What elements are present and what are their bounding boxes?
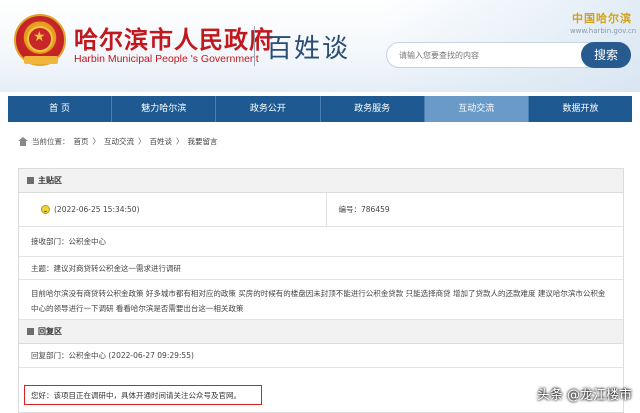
breadcrumb-separator: 〉 — [176, 136, 184, 146]
message-panel: 主贴区 (2022-06-25 15:34:50) 编号：786459 接收部门… — [18, 168, 624, 413]
breadcrumb-separator: 〉 — [138, 136, 146, 146]
search-box: 搜索 — [386, 42, 631, 68]
site-title[interactable]: 哈尔滨市人民政府 — [74, 20, 274, 55]
post-dept-row: 接收部门：公积金中心 — [19, 227, 623, 257]
reply-dept-time: 回复部门：公积金中心 (2022-06-27 09:29:55) — [31, 351, 194, 360]
site-header: ★ 哈尔滨市人民政府 Harbin Municipal People 's Go… — [0, 0, 640, 92]
post-dept: 接收部门：公积金中心 — [31, 237, 106, 246]
post-section-title: 主贴区 — [38, 176, 62, 185]
breadcrumb-baixingtan[interactable]: 百姓谈 — [150, 136, 173, 147]
nav-item-home[interactable]: 首 页 — [8, 96, 113, 122]
reply-section-header: 回复区 — [19, 320, 623, 344]
post-number-cell: 编号：786459 — [325, 193, 624, 226]
watermark-text: 头条 @龙江楼市 — [536, 388, 632, 403]
nav-item-interaction[interactable]: 互动交流 — [424, 96, 529, 122]
post-section-header: 主贴区 — [19, 169, 623, 193]
breadcrumb-separator: 〉 — [92, 136, 101, 146]
section-square-icon — [27, 328, 34, 335]
brand-url: www.harbin.gov.cn — [570, 27, 637, 35]
search-input[interactable] — [399, 43, 579, 67]
breadcrumb-leave-message: 我要留言 — [187, 136, 218, 146]
post-meta-row: (2022-06-25 15:34:50) 编号：786459 — [19, 193, 623, 227]
reply-section-title: 回复区 — [38, 327, 62, 336]
post-body: 目前哈尔滨没有商贷转公积金政策 好多城市都有相对应的政策 买房的时候有的楼盘因未… — [19, 280, 623, 320]
nav-item-gov-affairs-open[interactable]: 政务公开 — [216, 96, 321, 122]
national-emblem-icon: ★ — [14, 14, 66, 66]
brand-badge: 中国哈尔滨 — [572, 12, 632, 25]
post-topic-row: 主题：建议对商贷转公积金这一需求进行调研 — [19, 257, 623, 280]
post-number: 编号：786459 — [338, 205, 390, 214]
main-nav: 首 页 魅力哈尔滨 政务公开 政务服务 互动交流 数据开放 — [8, 96, 632, 122]
search-button[interactable]: 搜索 — [581, 42, 631, 68]
reply-dept-row: 回复部门：公积金中心 (2022-06-27 09:29:55) — [19, 344, 623, 368]
post-time: (2022-06-25 15:34:50) — [54, 205, 140, 214]
breadcrumb-home[interactable]: 首页 — [74, 136, 89, 147]
home-icon — [18, 136, 28, 146]
section-subtitle: 百姓谈 — [266, 34, 351, 64]
breadcrumb-prefix: 当前位置： — [32, 136, 70, 146]
watermark: 头条 @龙江楼市 — [537, 384, 632, 403]
reply-content: 您好：该项目正在调研中，具体开通时间请关注公众号及官网。 — [31, 390, 241, 400]
breadcrumb-interaction[interactable]: 互动交流 — [104, 136, 134, 147]
section-square-icon — [27, 177, 34, 184]
nav-item-charm-harbin[interactable]: 魅力哈尔滨 — [112, 96, 217, 122]
post-topic: 主题：建议对商贷转公积金这一需求进行调研 — [31, 263, 181, 273]
post-time-cell: (2022-06-25 15:34:50) — [19, 193, 326, 226]
reply-content-highlight: 您好：该项目正在调研中，具体开通时间请关注公众号及官网。 — [24, 385, 262, 405]
breadcrumb: 当前位置： 首页 〉 互动交流 〉 百姓谈 〉 我要留言 — [18, 134, 218, 148]
smile-icon — [41, 205, 50, 214]
title-divider — [254, 26, 255, 66]
nav-item-open-data[interactable]: 数据开放 — [529, 96, 632, 122]
nav-item-gov-services[interactable]: 政务服务 — [321, 96, 425, 122]
site-title-english: Harbin Municipal People 's Government — [74, 53, 259, 65]
